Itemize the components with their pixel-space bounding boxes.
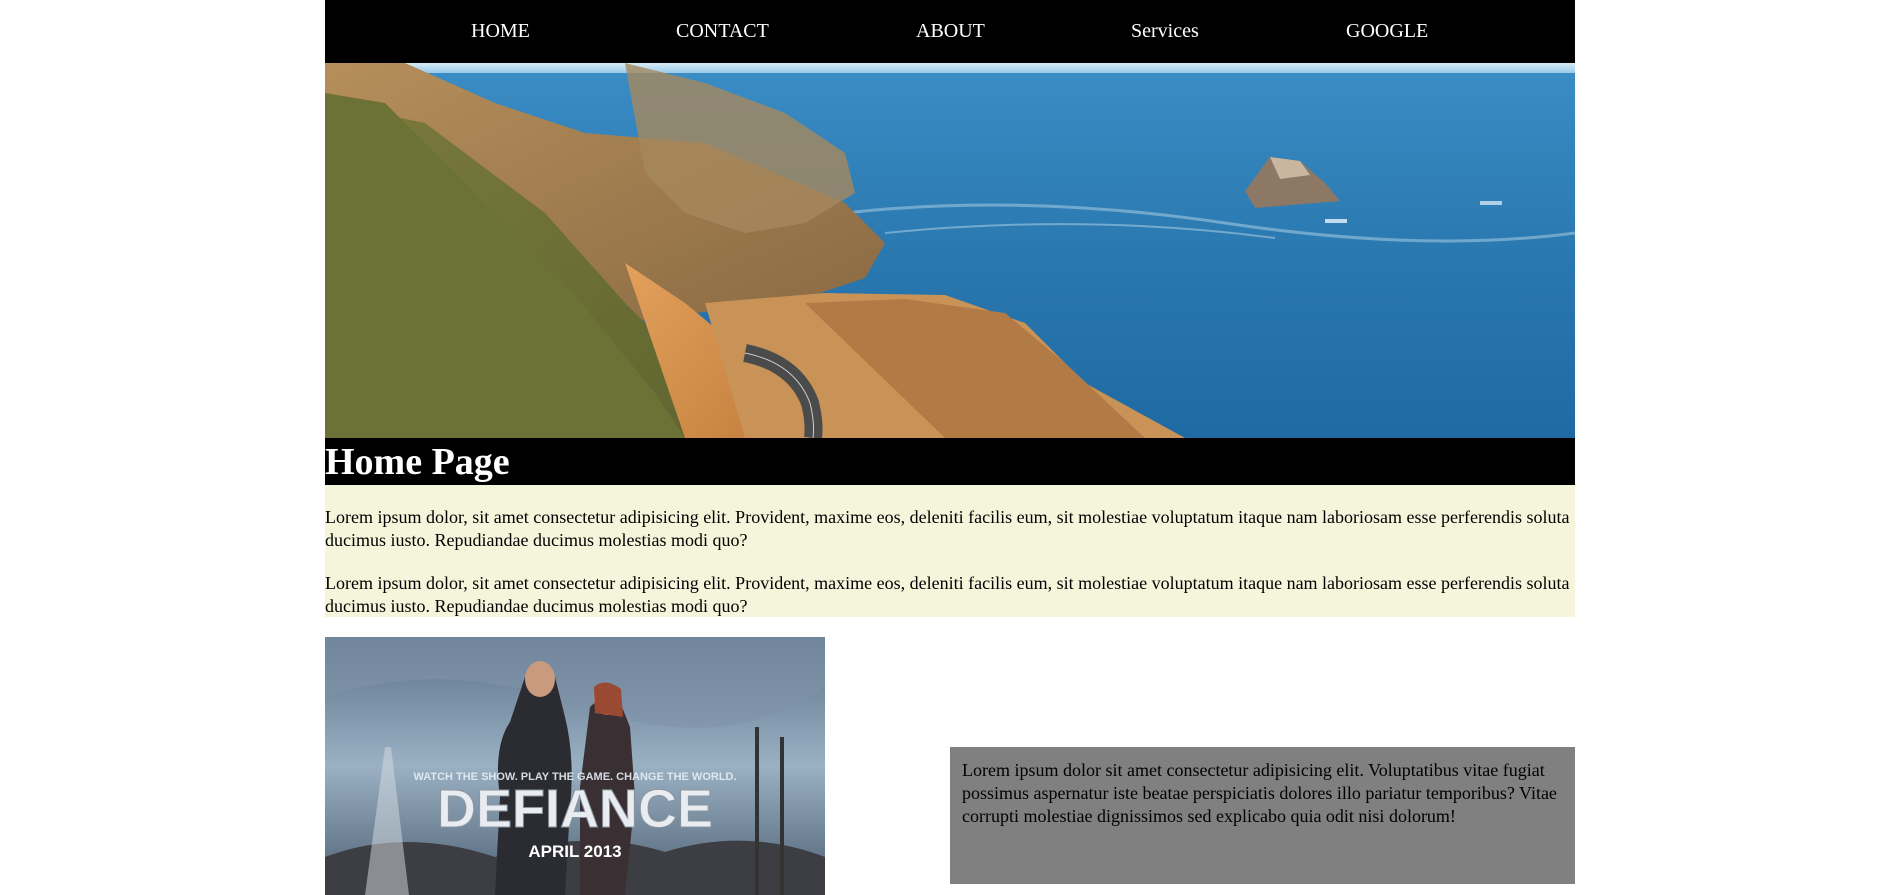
poster-title: DEFIANCE bbox=[437, 779, 713, 839]
poster-date: APRIL 2013 bbox=[528, 842, 621, 861]
hero-image bbox=[325, 63, 1575, 438]
page-title: Home Page bbox=[325, 441, 510, 483]
title-bar: Home Page bbox=[325, 438, 1575, 485]
nav-link-about[interactable]: ABOUT bbox=[916, 0, 985, 63]
nav-link-google[interactable]: GOOGLE bbox=[1346, 0, 1428, 63]
intro-paragraph-1: Lorem ipsum dolor, sit amet consectetur … bbox=[325, 507, 1570, 550]
poster-graphic: WATCH THE SHOW. PLAY THE GAME. CHANGE TH… bbox=[325, 637, 825, 895]
defiance-poster: WATCH THE SHOW. PLAY THE GAME. CHANGE TH… bbox=[325, 637, 825, 895]
intro-paragraph-2: Lorem ipsum dolor, sit amet consectetur … bbox=[325, 573, 1570, 616]
nav-link-contact[interactable]: CONTACT bbox=[676, 0, 769, 63]
intro-section: Lorem ipsum dolor, sit amet consectetur … bbox=[325, 485, 1575, 617]
side-box-text: Lorem ipsum dolor sit amet consectetur a… bbox=[962, 760, 1557, 826]
nav-link-services[interactable]: Services bbox=[1131, 0, 1199, 63]
page-container: HOME CONTACT ABOUT Services GOOGLE Home … bbox=[325, 0, 1575, 895]
top-navigation: HOME CONTACT ABOUT Services GOOGLE bbox=[325, 0, 1575, 63]
hero-landscape-graphic bbox=[325, 63, 1575, 438]
side-text-box: Lorem ipsum dolor sit amet consectetur a… bbox=[950, 747, 1575, 884]
nav-link-home[interactable]: HOME bbox=[471, 0, 530, 63]
